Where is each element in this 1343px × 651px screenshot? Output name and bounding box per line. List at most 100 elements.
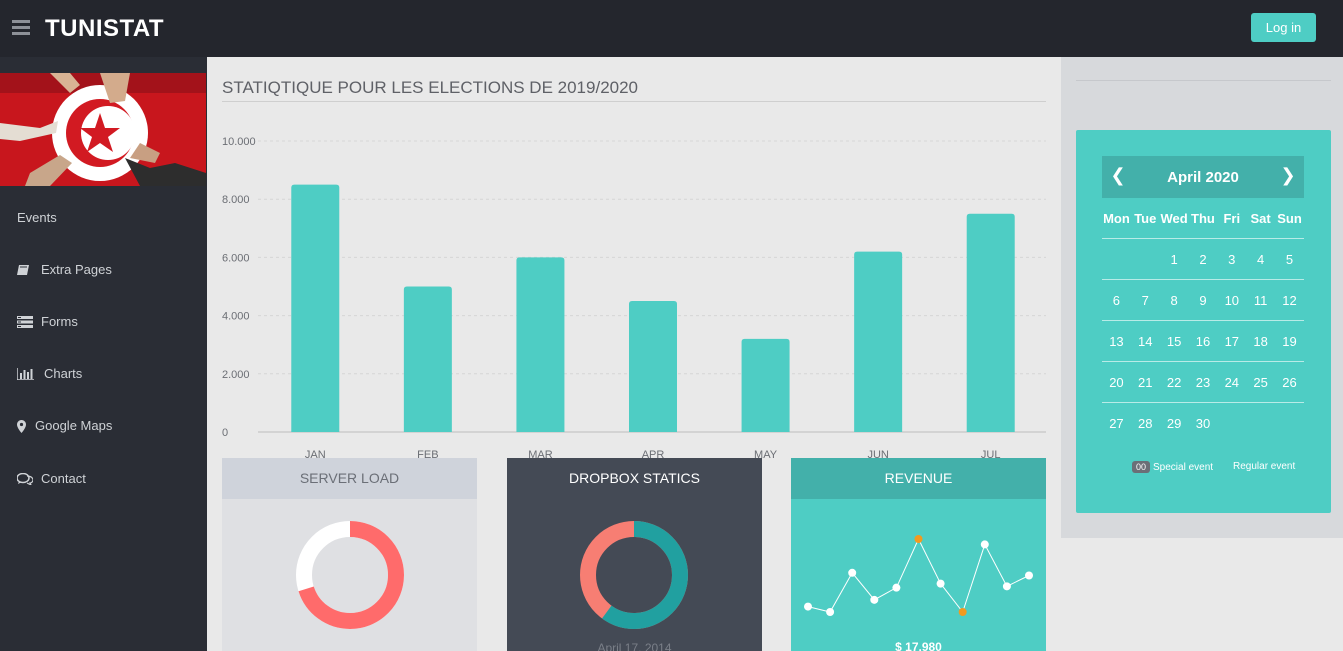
calendar-day[interactable]: 16	[1189, 321, 1218, 361]
revenue-point[interactable]	[936, 579, 945, 588]
page-title: STATIQTIQUE POUR LES ELECTIONS DE 2019/2…	[222, 78, 639, 97]
weekday-label: Sun	[1277, 211, 1302, 226]
weekday-label: Thu	[1191, 211, 1215, 226]
calendar-day[interactable]: 24	[1217, 362, 1246, 402]
dropbox-title: DROPBOX STATICS	[507, 458, 762, 499]
revenue-amount: $ 17,980	[895, 640, 942, 651]
comments-icon	[16, 472, 34, 486]
calendar-day[interactable]: 8	[1160, 280, 1189, 320]
revenue-point[interactable]	[892, 583, 901, 592]
sidebar-item-label: Contact	[41, 471, 86, 486]
title-divider	[222, 101, 1046, 102]
bar-may[interactable]	[741, 338, 790, 432]
calendar-empty-cell	[1102, 239, 1131, 279]
calendar-day[interactable]: 6	[1102, 280, 1131, 320]
main-content: STATIQTIQUE POUR LES ELECTIONS DE 2019/2…	[207, 57, 1061, 651]
calendar-card: ❮ April 2020 ❯ Mon Tue Wed Thu Fri Sat Sun 1 2 3 4…	[1076, 130, 1331, 513]
sidebar-item-contact[interactable]: Contact	[16, 471, 86, 486]
sidebar-item-charts[interactable]: Charts	[16, 366, 82, 381]
calendar-day[interactable]: 20	[1102, 362, 1131, 402]
bar-mar[interactable]	[516, 257, 565, 432]
calendar-day[interactable]: 26	[1275, 362, 1304, 402]
calendar-header: ❮ April 2020 ❯	[1102, 156, 1304, 198]
revenue-point[interactable]	[980, 540, 989, 549]
sidebar-item-events[interactable]: Events	[17, 210, 57, 225]
revenue-title: REVENUE	[791, 458, 1046, 499]
calendar-day[interactable]: 12	[1275, 280, 1304, 320]
dropbox-date: April 17, 2014	[597, 641, 672, 651]
calendar-day[interactable]: 11	[1246, 280, 1275, 320]
calendar-day[interactable]: 13	[1102, 321, 1131, 361]
bar-jul[interactable]	[966, 213, 1015, 432]
bar-apr[interactable]	[629, 301, 677, 432]
calendar-day[interactable]: 15	[1160, 321, 1189, 361]
calendar-day[interactable]: 7	[1131, 280, 1160, 320]
calendar-day[interactable]: 28	[1131, 403, 1160, 444]
calendar-empty-cell	[1217, 403, 1246, 444]
revenue-point[interactable]	[914, 535, 923, 543]
sidebar-item-extra-pages[interactable]: Extra Pages	[17, 262, 112, 277]
bar-jun[interactable]	[854, 251, 903, 432]
sidebar-item-google-maps[interactable]: Google Maps	[17, 418, 112, 433]
revenue-point[interactable]	[804, 602, 812, 611]
revenue-point[interactable]	[1025, 571, 1033, 580]
top-navbar: TUNISTAT Log in	[0, 0, 1343, 57]
calendar-day[interactable]: 19	[1275, 321, 1304, 361]
y-tick-label: 6.000	[222, 252, 250, 264]
calendar-day[interactable]: 18	[1246, 321, 1275, 361]
calendar-empty-cell	[1131, 239, 1160, 279]
sidebar-item-forms[interactable]: Forms	[17, 314, 78, 329]
menu-icon[interactable]	[12, 20, 30, 35]
weekday-label: Wed	[1160, 211, 1188, 226]
sidebar-banner-image	[0, 73, 206, 186]
calendar-week-row: 6 7 8 9 10 11 12	[1102, 280, 1304, 321]
calendar-day[interactable]: 9	[1189, 280, 1218, 320]
revenue-line-path	[807, 537, 1030, 614]
calendar-day[interactable]: 21	[1131, 362, 1160, 402]
tasks-icon	[17, 315, 33, 328]
calendar-empty-cell	[1246, 403, 1275, 444]
calendar-day[interactable]: 10	[1217, 280, 1246, 320]
calendar-weekday-row: Mon Tue Wed Thu Fri Sat Sun	[1102, 198, 1304, 239]
revenue-point[interactable]	[848, 568, 857, 577]
regular-event-legend: Regular event	[1233, 461, 1295, 472]
revenue-point[interactable]	[1002, 582, 1011, 591]
dropbox-donut	[580, 521, 688, 629]
login-button[interactable]: Log in	[1251, 13, 1316, 42]
bar-feb[interactable]	[403, 286, 452, 433]
special-event-label: Special event	[1153, 461, 1214, 473]
weekday-label: Tue	[1134, 211, 1157, 226]
bar-chart: 02.0004.0006.0008.00010.000JAN FEB MAR APR M…	[222, 136, 1046, 461]
revenue-point[interactable]	[958, 608, 967, 616]
weekday-label: Fri	[1223, 211, 1241, 226]
calendar-day[interactable]: 30	[1189, 403, 1218, 444]
calendar-day[interactable]: 22	[1160, 362, 1189, 402]
calendar-day[interactable]: 27	[1102, 403, 1131, 444]
calendar-day[interactable]: 17	[1217, 321, 1246, 361]
calendar-day[interactable]: 14	[1131, 321, 1160, 361]
bar-chart-icon	[16, 367, 36, 381]
weekday-label: Mon	[1103, 211, 1130, 226]
regular-event-label: Regular event	[1233, 461, 1296, 472]
server-load-title: SERVER LOAD	[222, 458, 477, 499]
event-badge: 00	[1132, 461, 1151, 473]
calendar-day[interactable]: 25	[1246, 362, 1275, 402]
calendar-day[interactable]: 1	[1160, 239, 1189, 279]
brand-logo[interactable]: TUNISTAT	[45, 15, 164, 43]
revenue-point[interactable]	[826, 608, 835, 616]
special-event-legend: 00 Special event	[1132, 461, 1213, 473]
chevron-right-icon[interactable]: ❯	[1278, 165, 1298, 186]
revenue-point[interactable]	[870, 595, 879, 604]
calendar-week-row: 13 14 15 16 17 18 19	[1102, 321, 1304, 362]
calendar-empty-cell	[1275, 403, 1304, 444]
bar-jan[interactable]	[291, 184, 340, 432]
calendar-day[interactable]: 3	[1217, 239, 1246, 279]
calendar-day[interactable]: 4	[1246, 239, 1275, 279]
sidebar-item-label: Google Maps	[35, 418, 113, 433]
sidebar-item-label: Forms	[41, 314, 78, 329]
calendar-day[interactable]: 2	[1189, 239, 1218, 279]
calendar-day[interactable]: 29	[1160, 403, 1189, 444]
calendar-day[interactable]: 23	[1189, 362, 1218, 402]
calendar-day[interactable]: 5	[1275, 239, 1304, 279]
map-marker-icon	[17, 419, 27, 433]
